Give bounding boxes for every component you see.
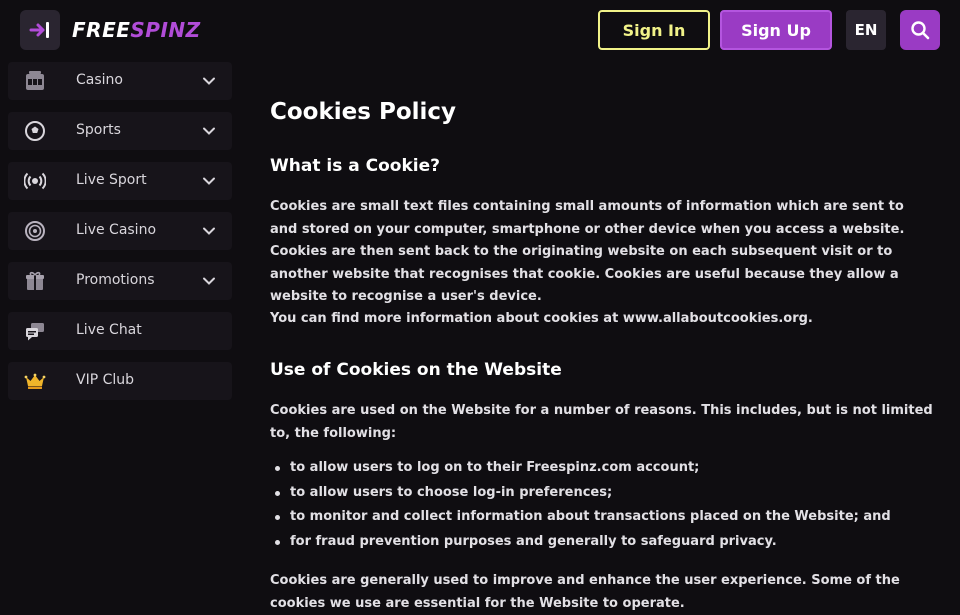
sidebar-item-label: Live Sport: [76, 172, 147, 188]
page-title: Cookies Policy: [270, 99, 457, 125]
roulette-icon: [24, 220, 46, 242]
search-button[interactable]: [900, 10, 940, 50]
sidebar-item-live-sport[interactable]: Live Sport: [8, 162, 232, 200]
sign-up-button[interactable]: Sign Up: [720, 10, 832, 50]
paragraph: Cookies are generally used to improve an…: [270, 573, 900, 611]
chevron-down-icon: [203, 127, 215, 135]
collapse-sidebar-icon[interactable]: [20, 10, 60, 50]
paragraph: Cookies are used on the Website for a nu…: [270, 403, 933, 441]
chevron-down-icon: [203, 227, 215, 235]
sidebar-item-label: Promotions: [76, 272, 155, 288]
list-item: to allow users to choose log-in preferen…: [270, 481, 891, 506]
crown-icon: [24, 370, 46, 392]
sidebar-item-label: Sports: [76, 122, 121, 138]
sidebar-item-promotions[interactable]: Promotions: [8, 262, 232, 300]
list-item: to allow users to log on to their Freesp…: [270, 456, 891, 481]
paragraph: You can find more information about cook…: [270, 311, 813, 326]
sidebar-item-label: VIP Club: [76, 372, 135, 388]
slot-machine-icon: [24, 70, 46, 92]
bullet-list: to allow users to log on to their Freesp…: [270, 456, 891, 555]
chat-icon: [24, 320, 46, 342]
sidebar-item-label: Casino: [76, 72, 123, 88]
sidebar-item-vip-club[interactable]: VIP Club: [8, 362, 232, 400]
soccer-ball-icon: [24, 120, 46, 142]
gift-icon: [24, 270, 46, 292]
sidebar-item-label: Live Chat: [76, 322, 142, 338]
sidebar-item-casino[interactable]: Casino: [8, 62, 232, 100]
list-item: for fraud prevention purposes and genera…: [270, 530, 891, 555]
sidebar-item-live-chat[interactable]: Live Chat: [8, 312, 232, 350]
paragraph: Cookies are small text files containing …: [270, 199, 905, 304]
chevron-down-icon: [203, 77, 215, 85]
language-selector[interactable]: EN: [846, 10, 886, 50]
top-bar: FREESPINZ Sign In Sign Up EN: [0, 0, 960, 60]
site-logo[interactable]: FREESPINZ: [72, 19, 201, 41]
section-heading: What is a Cookie?: [270, 156, 440, 176]
search-icon: [911, 21, 930, 40]
broadcast-icon: [24, 170, 46, 192]
list-item: to monitor and collect information about…: [270, 505, 891, 530]
sidebar-item-sports[interactable]: Sports: [8, 112, 232, 150]
sign-in-button[interactable]: Sign In: [598, 10, 710, 50]
section-heading: Use of Cookies on the Website: [270, 360, 562, 380]
sidebar-item-label: Live Casino: [76, 222, 157, 238]
chevron-down-icon: [203, 277, 215, 285]
sidebar-item-live-casino[interactable]: Live Casino: [8, 212, 232, 250]
chevron-down-icon: [203, 177, 215, 185]
